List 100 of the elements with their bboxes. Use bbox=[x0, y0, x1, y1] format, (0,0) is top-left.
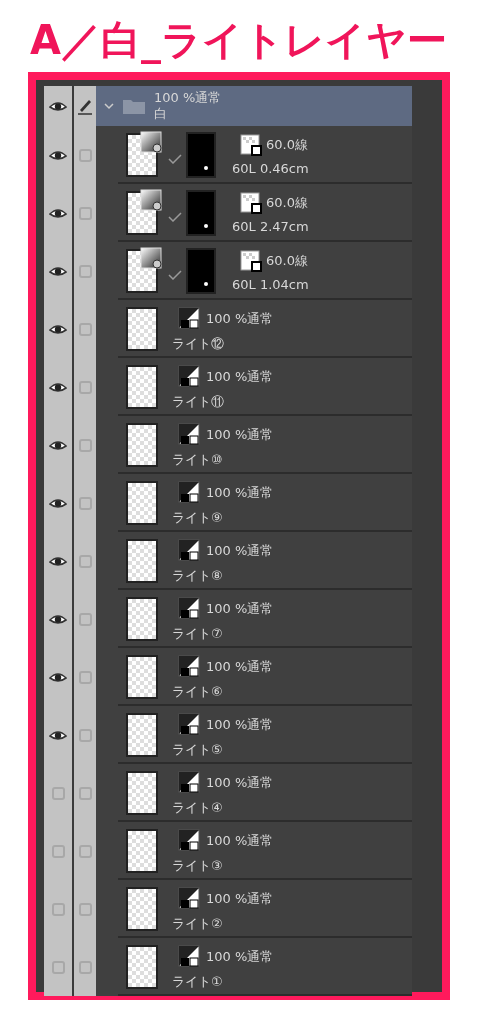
layer-name: 60L 1.04cm bbox=[232, 276, 309, 293]
eye-icon[interactable] bbox=[49, 497, 67, 509]
link-check-icon bbox=[168, 154, 182, 164]
blend-mode-text: 100 %通常 bbox=[206, 542, 274, 559]
blend-mode-text: 100 %通常 bbox=[206, 600, 274, 617]
eye-icon[interactable] bbox=[49, 439, 67, 451]
page-title: A／白_ライトレイヤー bbox=[29, 16, 448, 66]
layer-thumbnail bbox=[126, 307, 158, 351]
layer-thumbnail bbox=[126, 481, 158, 525]
layer-checkbox[interactable] bbox=[78, 206, 92, 220]
layer-thumbnail bbox=[126, 365, 158, 409]
eye-icon[interactable] bbox=[49, 149, 67, 161]
visibility-toggle[interactable] bbox=[51, 844, 65, 858]
folder-row[interactable]: 100 %通常 白 bbox=[96, 86, 412, 126]
layer-checkbox[interactable] bbox=[78, 496, 92, 510]
gradient-map-icon bbox=[140, 131, 162, 153]
raster-layer-icon bbox=[178, 538, 202, 563]
pen-icon[interactable] bbox=[76, 97, 94, 115]
raster-layer-icon bbox=[178, 480, 202, 505]
blend-mode-text: 100 %通常 bbox=[206, 368, 274, 385]
eye-icon[interactable] bbox=[49, 613, 67, 625]
eye-icon[interactable] bbox=[49, 265, 67, 277]
blend-mode-text: 100 %通常 bbox=[206, 658, 274, 675]
layer-checkbox[interactable] bbox=[78, 902, 92, 916]
layer-name: ライト⑩ bbox=[172, 451, 224, 468]
blend-mode-text: 100 %通常 bbox=[206, 774, 274, 791]
layer-checkbox[interactable] bbox=[78, 380, 92, 394]
raster-layer-icon bbox=[178, 828, 202, 853]
layer-name: ライト⑫ bbox=[172, 335, 225, 352]
layer-name: ライト⑤ bbox=[172, 741, 224, 758]
folder-icon bbox=[122, 97, 146, 115]
layer-checkbox[interactable] bbox=[78, 322, 92, 336]
layer-thumbnail bbox=[126, 713, 158, 757]
visibility-toggle[interactable] bbox=[51, 786, 65, 800]
layer-name: ライト⑥ bbox=[172, 683, 224, 700]
layer-checkbox[interactable] bbox=[78, 728, 92, 742]
layer-thumbnail bbox=[126, 771, 158, 815]
eye-icon[interactable] bbox=[49, 729, 67, 741]
visibility-toggle[interactable] bbox=[51, 902, 65, 916]
blend-mode-text: 100 %通常 bbox=[206, 310, 274, 327]
layer-checkbox[interactable] bbox=[78, 612, 92, 626]
layer-thumbnail bbox=[126, 423, 158, 467]
eye-icon[interactable] bbox=[49, 555, 67, 567]
layer-name: ライト⑨ bbox=[172, 509, 224, 526]
visibility-toggle[interactable] bbox=[51, 960, 65, 974]
raster-layer-icon bbox=[178, 306, 202, 331]
eye-icon[interactable] bbox=[49, 323, 67, 335]
mask-thumbnail bbox=[186, 248, 216, 294]
blend-mode-text: 100 %通常 bbox=[206, 484, 274, 501]
layer-name: 白 bbox=[154, 106, 168, 122]
eye-icon[interactable] bbox=[49, 207, 67, 219]
layer-name: ライト① bbox=[172, 973, 224, 990]
layer-checkbox[interactable] bbox=[78, 554, 92, 568]
layer-checkbox[interactable] bbox=[78, 264, 92, 278]
layer-name: ライト④ bbox=[172, 799, 224, 816]
raster-layer-icon bbox=[178, 944, 202, 969]
layer-checkbox[interactable] bbox=[78, 438, 92, 452]
correction-layer-icon bbox=[240, 191, 262, 214]
blend-mode-text: 60.0線 bbox=[266, 136, 308, 153]
blend-mode-text: 60.0線 bbox=[266, 252, 308, 269]
layer-checkbox[interactable] bbox=[78, 786, 92, 800]
gradient-map-icon bbox=[140, 247, 162, 269]
blend-mode-text: 100 %通常 bbox=[206, 832, 274, 849]
layer-name: 60L 2.47cm bbox=[232, 218, 309, 235]
eye-icon[interactable] bbox=[49, 381, 67, 393]
blend-mode-text: 100 %通常 bbox=[206, 890, 274, 907]
blend-mode-text: 60.0線 bbox=[266, 194, 308, 211]
layer-thumbnail bbox=[126, 539, 158, 583]
mask-thumbnail bbox=[186, 132, 216, 178]
layer-name: ライト⑪ bbox=[172, 393, 225, 410]
layer-thumbnail bbox=[126, 597, 158, 641]
raster-layer-icon bbox=[178, 422, 202, 447]
raster-layer-icon bbox=[178, 770, 202, 795]
layer-name: ライト⑧ bbox=[172, 567, 224, 584]
layer-thumbnail bbox=[126, 829, 158, 873]
layer-thumbnail bbox=[126, 887, 158, 931]
layer-name: ライト⑦ bbox=[172, 625, 224, 642]
eye-icon[interactable] bbox=[49, 671, 67, 683]
link-check-icon bbox=[168, 270, 182, 280]
layer-checkbox[interactable] bbox=[78, 148, 92, 162]
chevron-icon[interactable] bbox=[104, 102, 114, 110]
blend-mode-text: 100 %通常 bbox=[154, 90, 222, 106]
correction-layer-icon bbox=[240, 249, 262, 272]
correction-layer-icon bbox=[240, 133, 262, 156]
layer-name: 60L 0.46cm bbox=[232, 160, 309, 177]
gradient-map-icon bbox=[140, 189, 162, 211]
layer-checkbox[interactable] bbox=[78, 670, 92, 684]
layer-checkbox[interactable] bbox=[78, 960, 92, 974]
raster-layer-icon bbox=[178, 654, 202, 679]
eye-icon[interactable] bbox=[49, 100, 67, 112]
layer-thumbnail bbox=[126, 655, 158, 699]
mask-thumbnail bbox=[186, 190, 216, 236]
layer-thumbnail bbox=[126, 945, 158, 989]
blend-mode-text: 100 %通常 bbox=[206, 716, 274, 733]
link-check-icon bbox=[168, 212, 182, 222]
layer-checkbox[interactable] bbox=[78, 844, 92, 858]
raster-layer-icon bbox=[178, 886, 202, 911]
layer-name: ライト③ bbox=[172, 857, 224, 874]
raster-layer-icon bbox=[178, 712, 202, 737]
blend-mode-text: 100 %通常 bbox=[206, 948, 274, 965]
